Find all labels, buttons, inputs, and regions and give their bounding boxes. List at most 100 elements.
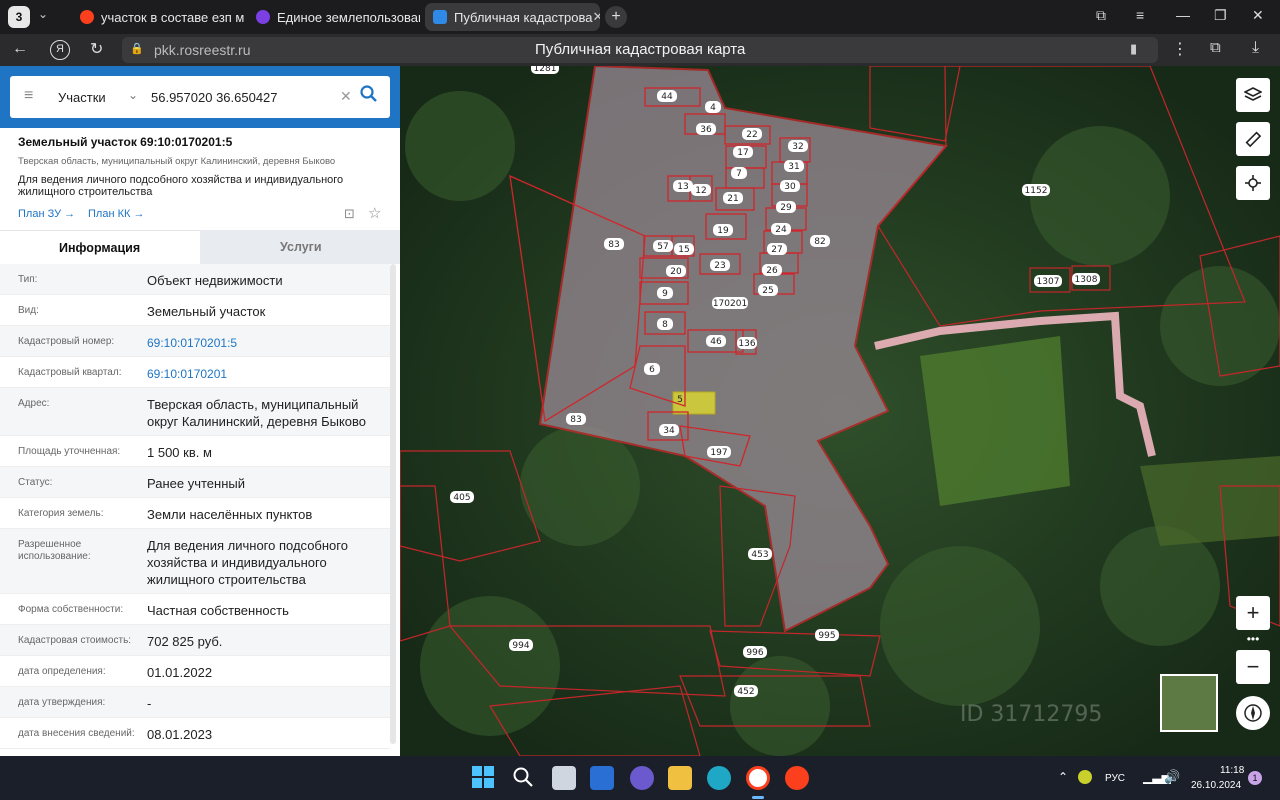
volume-icon[interactable]: 🔊	[1164, 769, 1180, 785]
task-view-icon[interactable]	[552, 766, 576, 790]
svg-text:996: 996	[746, 648, 763, 658]
zoom-in-button[interactable]: +	[1236, 596, 1270, 630]
layers-icon	[1244, 87, 1262, 101]
meadow	[920, 336, 1070, 506]
yandex-browser-icon[interactable]	[746, 766, 770, 790]
search-panel: ≡ Участки ⌄ 56.957020 36.650427 ✕ ‹	[0, 66, 400, 128]
cadastral-map[interactable]: 44 4 36 22 32 17 31 7 30 13 12 21 29 19 …	[400, 66, 1280, 756]
crosshair-icon	[1245, 175, 1261, 191]
more-icon[interactable]: ⋮	[1172, 39, 1188, 59]
minimize-icon[interactable]: —	[1176, 7, 1190, 23]
attr-row: Категория земель: Земли населённых пункто…	[0, 498, 390, 529]
search-icon[interactable]	[360, 85, 377, 102]
search-taskbar-icon[interactable]	[512, 766, 534, 793]
parcel-purpose: Для ведения личного подсобного хозяйства…	[18, 174, 344, 198]
back-icon[interactable]: ←	[12, 40, 28, 58]
svg-text:22: 22	[746, 130, 757, 140]
tab-ezp[interactable]: Единое землепользовани	[248, 3, 420, 31]
zoom-to-object-icon[interactable]: ⊡	[344, 206, 355, 222]
clock-date[interactable]: 26.10.2024	[1191, 780, 1241, 791]
plan-zu-link[interactable]: План ЗУ →	[18, 208, 75, 220]
edge-icon[interactable]	[707, 766, 731, 790]
attr-value: 702 825 руб.	[147, 634, 223, 649]
menu-icon[interactable]: ≡	[1136, 7, 1144, 23]
attr-value: Частная собственность	[147, 603, 289, 618]
download-icon[interactable]: ⤓	[1252, 39, 1259, 57]
clock-time[interactable]: 11:18	[1220, 765, 1244, 776]
svg-text:30: 30	[784, 182, 796, 192]
attr-row: Тип: Объект недвижимости	[0, 264, 390, 295]
attr-row: Разрешенное использование: Для ведения ли…	[0, 529, 390, 594]
language-indicator[interactable]: РУС	[1105, 773, 1125, 784]
teams-icon[interactable]	[630, 766, 654, 790]
parcel-title: Земельный участок 69:10:0170201:5	[18, 135, 233, 149]
clear-icon[interactable]: ✕	[340, 88, 352, 105]
attr-row: дата определения: 01.01.2022	[0, 656, 390, 687]
svg-text:26: 26	[766, 266, 778, 276]
svg-text:12: 12	[695, 186, 706, 196]
zoom-out-button[interactable]: −	[1236, 650, 1270, 684]
tab-services[interactable]: Услуги	[200, 230, 400, 264]
tab-search-yandex[interactable]: участок в составе езп мо	[72, 3, 244, 31]
attr-key: Адрес:	[18, 398, 50, 409]
compass-button[interactable]	[1236, 696, 1270, 730]
tabs-menu-chevron-icon[interactable]: ⌄	[38, 7, 48, 21]
attr-key: Площадь уточненная:	[18, 446, 121, 457]
file-explorer-icon[interactable]	[668, 766, 692, 790]
tray-chevron-icon[interactable]: ⌃	[1058, 770, 1068, 784]
svg-text:8: 8	[662, 320, 668, 330]
cadastral-quarter-link[interactable]: 69:10:0170201	[147, 366, 377, 383]
svg-text:27: 27	[771, 245, 782, 255]
svg-text:405: 405	[453, 493, 470, 503]
tab-label: Единое землепользовани	[277, 9, 420, 25]
attr-row: Статус: Ранее учтенный	[0, 467, 390, 498]
collections-icon[interactable]: ⧉	[1210, 39, 1221, 56]
layers-button[interactable]	[1236, 78, 1270, 112]
ruler-icon	[1245, 131, 1262, 148]
tab-pkk[interactable]: Публичная кадастрова ✕	[425, 3, 600, 31]
pkk-icon	[433, 10, 447, 24]
chevron-down-icon[interactable]: ⌄	[128, 88, 138, 102]
yandex-logo-icon[interactable]: Я	[50, 40, 70, 60]
url-text: pkk.rosreestr.ru	[154, 42, 251, 58]
ruler-button[interactable]	[1236, 122, 1270, 156]
svg-text:170201: 170201	[713, 299, 747, 309]
tab-counter[interactable]: 3	[8, 6, 30, 28]
notification-badge[interactable]: 1	[1248, 771, 1262, 785]
favorite-star-icon[interactable]: ☆	[368, 204, 381, 222]
map-canvas[interactable]: 44 4 36 22 32 17 31 7 30 13 12 21 29 19 …	[400, 66, 1280, 756]
maximize-icon[interactable]: ❐	[1214, 7, 1227, 24]
reload-icon[interactable]: ↻	[90, 39, 103, 59]
svg-text:46: 46	[710, 337, 722, 347]
svg-text:57: 57	[657, 242, 668, 252]
tray-app-icon[interactable]	[1078, 770, 1092, 784]
new-tab-button[interactable]: +	[605, 6, 627, 28]
tab-label: участок в составе езп мо	[101, 9, 244, 25]
attr-row: Форма собственности: Частная собственност…	[0, 594, 390, 625]
close-window-icon[interactable]: ✕	[1252, 7, 1264, 24]
plan-kk-link[interactable]: План КК →	[88, 208, 144, 220]
parcel-address-small: Тверская область, муниципальный округ Ка…	[18, 156, 336, 167]
minimap-thumbnail[interactable]	[1160, 674, 1218, 732]
start-icon[interactable]	[472, 766, 494, 788]
tab-close-icon[interactable]: ✕	[592, 9, 600, 25]
attr-row: Площадь уточненная: 1 500 кв. м	[0, 436, 390, 467]
locate-button[interactable]	[1236, 166, 1270, 200]
search-type-select[interactable]: Участки	[58, 90, 106, 105]
bookmarks-panel-icon[interactable]: ⧉	[1096, 7, 1106, 24]
cadastral-number-link[interactable]: 69:10:0170201:5	[147, 335, 377, 352]
attr-key: Вид:	[18, 305, 39, 316]
sidebar-scrollbar[interactable]	[390, 264, 396, 744]
attr-row: Адрес: Тверская область, муниципальный ок…	[0, 388, 390, 436]
yandex-icon	[80, 10, 94, 24]
yandex-app-icon[interactable]	[785, 766, 809, 790]
attr-value: Объект недвижимости	[147, 273, 283, 288]
svg-text:994: 994	[512, 641, 529, 651]
bookmark-icon[interactable]: ▮	[1130, 41, 1137, 57]
widgets-icon[interactable]	[590, 766, 614, 790]
info-sidebar: ≡ Участки ⌄ 56.957020 36.650427 ✕ ‹ Земе…	[0, 66, 400, 756]
tab-information[interactable]: Информация	[0, 230, 200, 264]
search-input[interactable]: 56.957020 36.650427	[151, 90, 278, 105]
url-field[interactable]: 🔒 pkk.rosreestr.ru Публичная кадастровая…	[122, 37, 1158, 63]
hamburger-icon[interactable]: ≡	[24, 87, 33, 105]
